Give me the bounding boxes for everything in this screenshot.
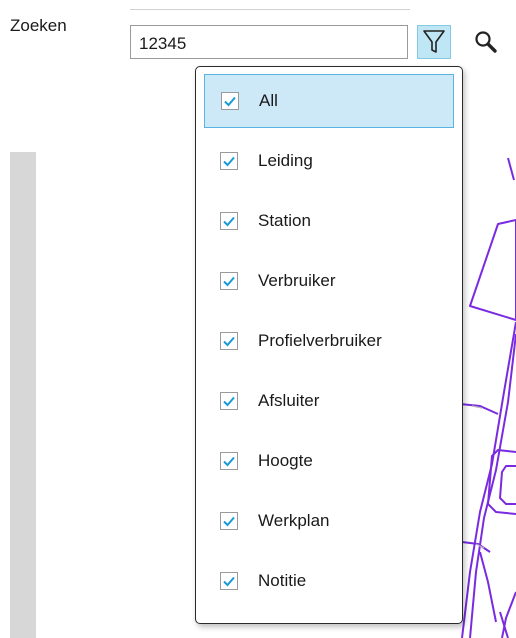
search-top-divider: [130, 9, 410, 10]
filter-item-station[interactable]: Station: [204, 194, 454, 248]
filter-item-hoogte[interactable]: Hoogte: [204, 434, 454, 488]
search-button[interactable]: [469, 25, 503, 59]
filter-item-label: Notitie: [258, 571, 307, 590]
checkbox-afsluiter[interactable]: [220, 392, 238, 410]
filter-item-label: Profielverbruiker: [258, 331, 382, 350]
checkbox-werkplan[interactable]: [220, 512, 238, 530]
checkbox-all[interactable]: [221, 92, 239, 110]
checkbox-profielverbruiker[interactable]: [220, 332, 238, 350]
checkmark-icon: [223, 576, 235, 587]
filter-item-label: Verbruiker: [258, 271, 336, 290]
filter-item-label: Hoogte: [258, 451, 313, 470]
search-label: Zoeken: [10, 16, 67, 35]
filter-item-profielverbruiker[interactable]: Profielverbruiker: [204, 314, 454, 368]
checkbox-hoogte[interactable]: [220, 452, 238, 470]
magnifier-icon: [475, 31, 497, 53]
checkmark-icon: [223, 216, 235, 227]
filter-item-label: Station: [258, 211, 311, 230]
filter-item-label: Werkplan: [258, 511, 330, 530]
filter-item-label: Leiding: [258, 151, 313, 170]
search-input[interactable]: [130, 25, 408, 59]
checkbox-verbruiker[interactable]: [220, 272, 238, 290]
checkmark-icon: [223, 396, 235, 407]
filter-item-leiding[interactable]: Leiding: [204, 134, 454, 188]
checkbox-leiding[interactable]: [220, 152, 238, 170]
filter-item-all[interactable]: All: [204, 74, 454, 128]
filter-item-label: All: [259, 91, 278, 110]
filter-funnel-icon: [423, 30, 445, 53]
checkbox-notitie[interactable]: [220, 572, 238, 590]
filter-button[interactable]: [417, 25, 451, 59]
checkmark-icon: [223, 156, 235, 167]
filter-item-verbruiker[interactable]: Verbruiker: [204, 254, 454, 308]
filter-dropdown: All Leiding Station Verbruiker Profielve…: [195, 66, 463, 624]
checkmark-icon: [223, 336, 235, 347]
checkmark-icon: [223, 516, 235, 527]
checkbox-station[interactable]: [220, 212, 238, 230]
filter-item-werkplan[interactable]: Werkplan: [204, 494, 454, 548]
filter-item-afsluiter[interactable]: Afsluiter: [204, 374, 454, 428]
checkmark-icon: [223, 276, 235, 287]
filter-item-label: Afsluiter: [258, 391, 320, 410]
checkmark-icon: [223, 456, 235, 467]
checkmark-icon: [224, 96, 236, 107]
filter-item-notitie[interactable]: Notitie: [204, 554, 454, 608]
